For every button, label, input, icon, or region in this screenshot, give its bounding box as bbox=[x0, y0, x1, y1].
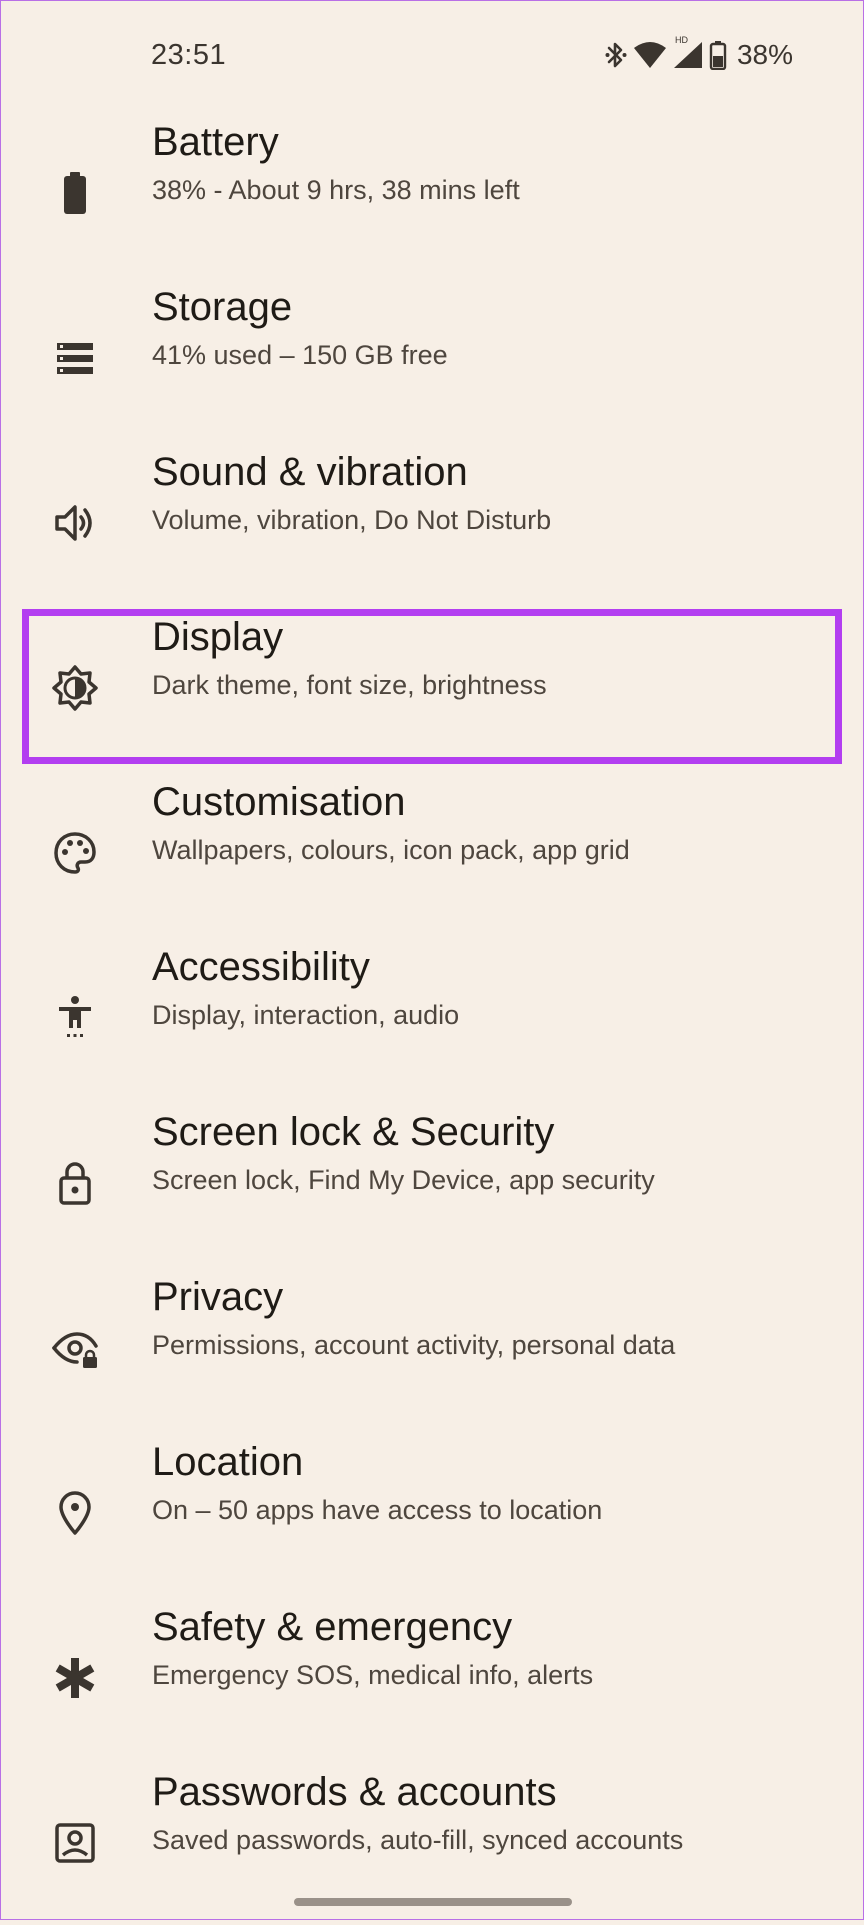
setting-privacy[interactable]: Privacy Permissions, account activity, p… bbox=[1, 1265, 863, 1430]
setting-title: Screen lock & Security bbox=[152, 1110, 555, 1154]
setting-subtitle: Screen lock, Find My Device, app securit… bbox=[152, 1165, 655, 1195]
setting-subtitle: Volume, vibration, Do Not Disturb bbox=[152, 505, 552, 535]
status-bar: 23:51 HD 38% bbox=[1, 1, 863, 111]
setting-safety-emergency[interactable]: Safety & emergency Emergency SOS, medica… bbox=[1, 1595, 863, 1760]
storage-icon bbox=[51, 334, 99, 382]
bluetooth-icon bbox=[605, 40, 627, 70]
palette-icon bbox=[51, 829, 99, 877]
battery-status-icon bbox=[709, 40, 727, 70]
emergency-asterisk-icon bbox=[51, 1654, 99, 1702]
setting-title: Battery bbox=[152, 120, 279, 164]
setting-subtitle: Wallpapers, colours, icon pack, app grid bbox=[152, 835, 630, 865]
setting-screen-lock[interactable]: Screen lock & Security Screen lock, Find… bbox=[1, 1100, 863, 1265]
network-badge: HD bbox=[674, 35, 688, 45]
setting-location[interactable]: Location On – 50 apps have access to loc… bbox=[1, 1430, 863, 1595]
volume-icon bbox=[51, 499, 99, 547]
setting-title: Storage bbox=[152, 285, 293, 329]
privacy-eye-icon bbox=[51, 1324, 99, 1372]
cellular-signal-icon: HD bbox=[673, 35, 703, 69]
status-icons: HD 38% bbox=[605, 35, 793, 73]
setting-title: Passwords & accounts bbox=[152, 1770, 557, 1814]
setting-title: Display bbox=[152, 615, 284, 659]
setting-storage[interactable]: Storage 41% used – 150 GB free bbox=[1, 275, 863, 440]
setting-subtitle: 38% - About 9 hrs, 38 mins left bbox=[152, 175, 520, 205]
setting-display[interactable]: Display Dark theme, font size, brightnes… bbox=[1, 605, 863, 770]
setting-battery[interactable]: Battery 38% - About 9 hrs, 38 mins left bbox=[1, 110, 863, 275]
setting-subtitle: On – 50 apps have access to location bbox=[152, 1495, 603, 1525]
setting-sound[interactable]: Sound & vibration Volume, vibration, Do … bbox=[1, 440, 863, 605]
setting-subtitle: 41% used – 150 GB free bbox=[152, 340, 448, 370]
setting-title: Customisation bbox=[152, 780, 406, 824]
settings-list: Battery 38% - About 9 hrs, 38 mins left … bbox=[1, 110, 863, 1925]
account-box-icon bbox=[51, 1819, 99, 1867]
status-time: 23:51 bbox=[151, 39, 227, 71]
location-pin-icon bbox=[51, 1489, 99, 1537]
setting-customisation[interactable]: Customisation Wallpapers, colours, icon … bbox=[1, 770, 863, 935]
setting-title: Privacy bbox=[152, 1275, 284, 1319]
setting-title: Sound & vibration bbox=[152, 450, 468, 494]
brightness-icon bbox=[51, 664, 99, 712]
setting-title: Location bbox=[152, 1440, 304, 1484]
home-indicator[interactable] bbox=[294, 1898, 572, 1906]
battery-percent: 38% bbox=[736, 39, 793, 70]
setting-subtitle: Emergency SOS, medical info, alerts bbox=[152, 1660, 594, 1690]
setting-accessibility[interactable]: Accessibility Display, interaction, audi… bbox=[1, 935, 863, 1100]
setting-subtitle: Saved passwords, auto-fill, synced accou… bbox=[152, 1825, 684, 1855]
setting-subtitle: Display, interaction, audio bbox=[152, 1000, 460, 1030]
lock-icon bbox=[51, 1159, 99, 1207]
setting-title: Accessibility bbox=[152, 945, 370, 989]
setting-title: Safety & emergency bbox=[152, 1605, 513, 1649]
battery-icon bbox=[51, 169, 99, 217]
wifi-icon bbox=[633, 41, 667, 69]
setting-subtitle: Permissions, account activity, personal … bbox=[152, 1330, 676, 1360]
setting-subtitle: Dark theme, font size, brightness bbox=[152, 670, 547, 700]
accessibility-icon bbox=[51, 994, 99, 1042]
